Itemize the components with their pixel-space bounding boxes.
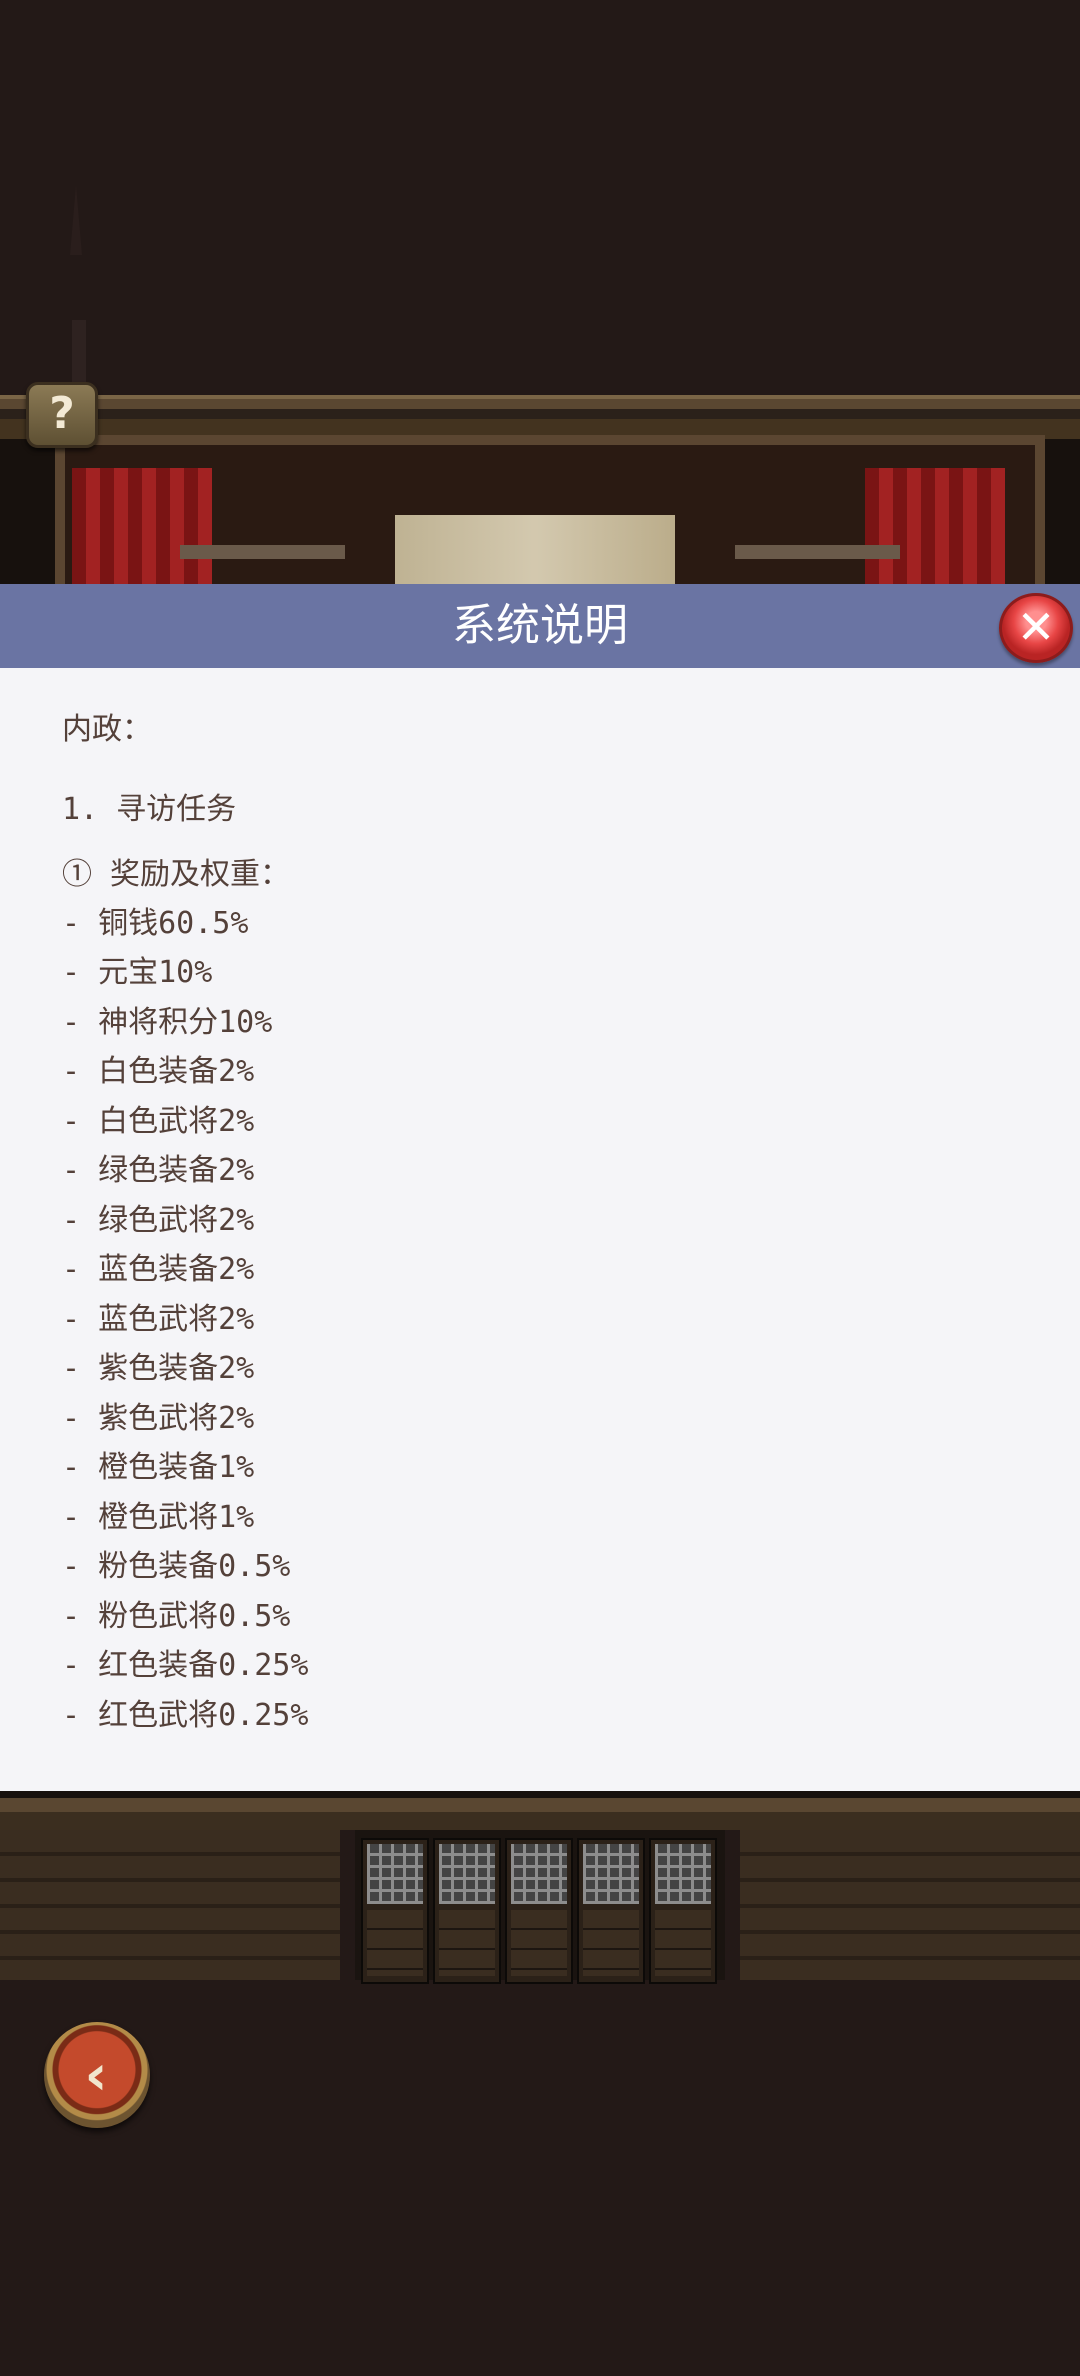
floor-left [0, 1830, 340, 1980]
reward-item: - 绿色武将2% [62, 1203, 255, 1238]
door-boards [583, 1910, 639, 1976]
curtain-left [72, 468, 212, 595]
reward-item: - 蓝色武将2% [62, 1302, 255, 1337]
door [577, 1838, 645, 1984]
section-title: 内政： [62, 712, 152, 747]
stage-frame-bottom [0, 1790, 1080, 1830]
close-button[interactable]: ✕ [999, 593, 1073, 663]
lattice-window [511, 1844, 567, 1904]
lattice-doors [355, 1830, 725, 1984]
close-icon: ✕ [1016, 600, 1056, 654]
lattice-window [439, 1844, 495, 1904]
door-boards [511, 1910, 567, 1976]
system-info-dialog: 系统说明 ✕ 内政： 1. 寻访任务 ① 奖励及权重： - 铜钱60.5% - … [0, 584, 1080, 1791]
door [505, 1838, 573, 1984]
dialog-title: 系统说明 [452, 600, 628, 651]
folding-screen [395, 515, 675, 595]
rewards-heading: ① 奖励及权重： [62, 857, 291, 892]
reward-item: - 粉色装备0.5% [62, 1549, 291, 1584]
dialog-header: 系统说明 ✕ [0, 584, 1080, 668]
reward-item: - 铜钱60.5% [62, 906, 249, 941]
door-boards [439, 1910, 495, 1976]
task-heading: 1. 寻访任务 [62, 792, 237, 827]
reward-item: - 元宝10% [62, 955, 213, 990]
reward-item: - 红色装备0.25% [62, 1648, 309, 1683]
door [649, 1838, 717, 1984]
reward-item: - 紫色武将2% [62, 1401, 255, 1436]
lattice-window [655, 1844, 711, 1904]
shelf-right [735, 545, 900, 559]
question-mark-icon[interactable]: ? [26, 382, 98, 448]
reward-item: - 蓝色装备2% [62, 1252, 255, 1287]
reward-item: - 绿色装备2% [62, 1153, 255, 1188]
floor-right [740, 1830, 1080, 1980]
shelf-left [180, 545, 345, 559]
curtain-right [865, 468, 1005, 595]
back-arrow-icon: ‹ [84, 2043, 108, 2108]
lattice-window [367, 1844, 423, 1904]
reward-item: - 红色武将0.25% [62, 1698, 309, 1733]
door-boards [367, 1910, 423, 1976]
spire-decoration [70, 185, 82, 255]
door [361, 1838, 429, 1984]
reward-item: - 橙色装备1% [62, 1450, 255, 1485]
reward-item: - 白色装备2% [62, 1054, 255, 1089]
back-button[interactable]: ‹ [44, 2022, 150, 2128]
reward-item: - 橙色武将1% [62, 1500, 255, 1535]
reward-item: - 白色武将2% [62, 1104, 255, 1139]
lattice-window [583, 1844, 639, 1904]
reward-item: - 神将积分10% [62, 1005, 273, 1040]
reward-item: - 粉色武将0.5% [62, 1599, 291, 1634]
door [433, 1838, 501, 1984]
reward-item: - 紫色装备2% [62, 1351, 255, 1386]
door-boards [655, 1910, 711, 1976]
